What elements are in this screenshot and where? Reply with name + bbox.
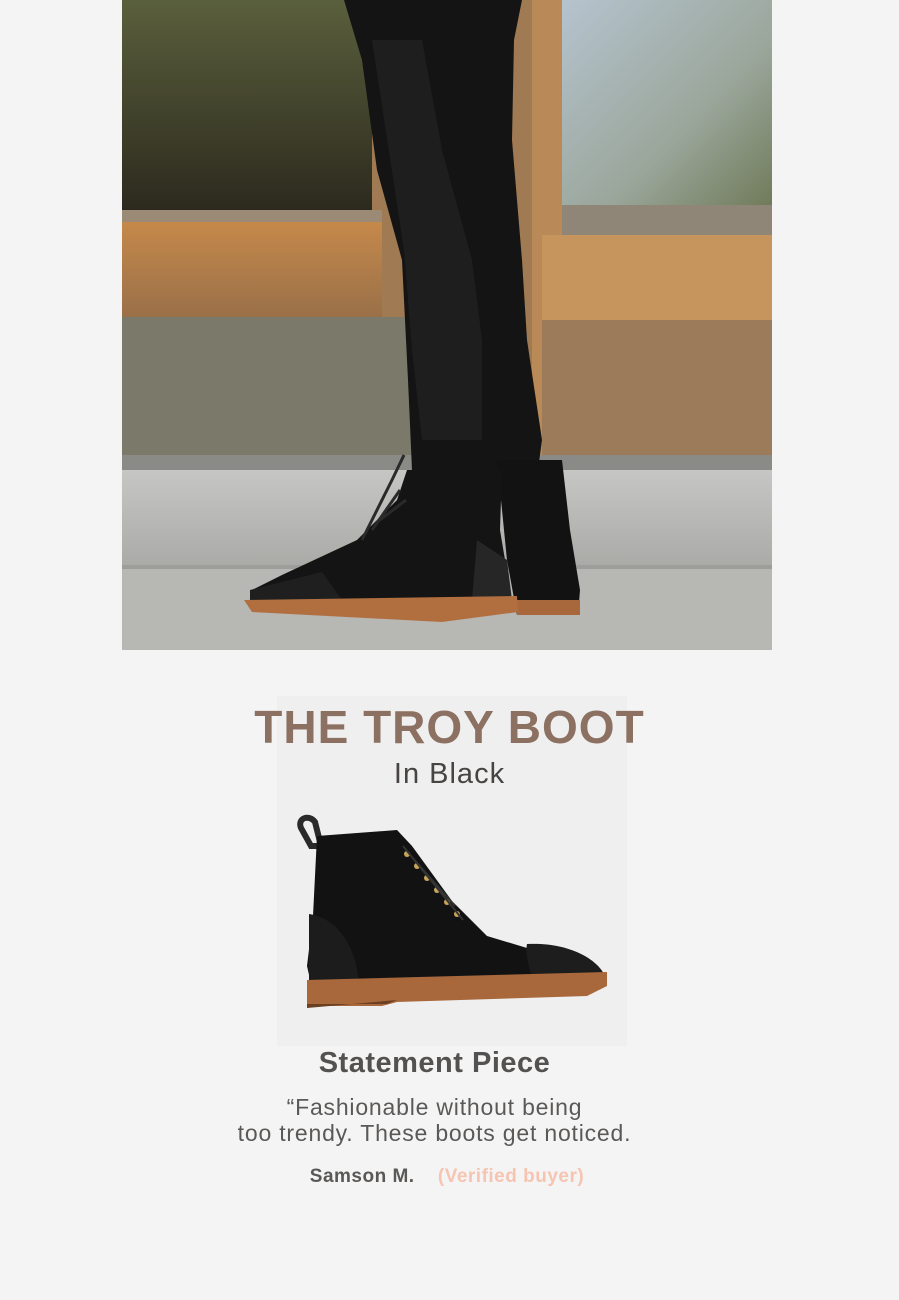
verified-badge: (Verified buyer) <box>437 1166 585 1187</box>
product-title: THE TROY BOOT <box>254 701 645 753</box>
review-author: Samson M. <box>309 1166 415 1187</box>
product-subtitle: In Black <box>393 758 506 790</box>
review-quote-line-1: “Fashionable without being <box>286 1094 583 1120</box>
review-quote-line-2: too trendy. These boots get noticed. <box>237 1120 632 1146</box>
review-quote: “Fashionable without being too trendy. T… <box>0 1094 869 1146</box>
hero-image <box>122 0 772 650</box>
review-title: Statement Piece <box>318 1047 551 1079</box>
review-author-row: Samson M. (Verified buyer) <box>0 1164 894 1190</box>
